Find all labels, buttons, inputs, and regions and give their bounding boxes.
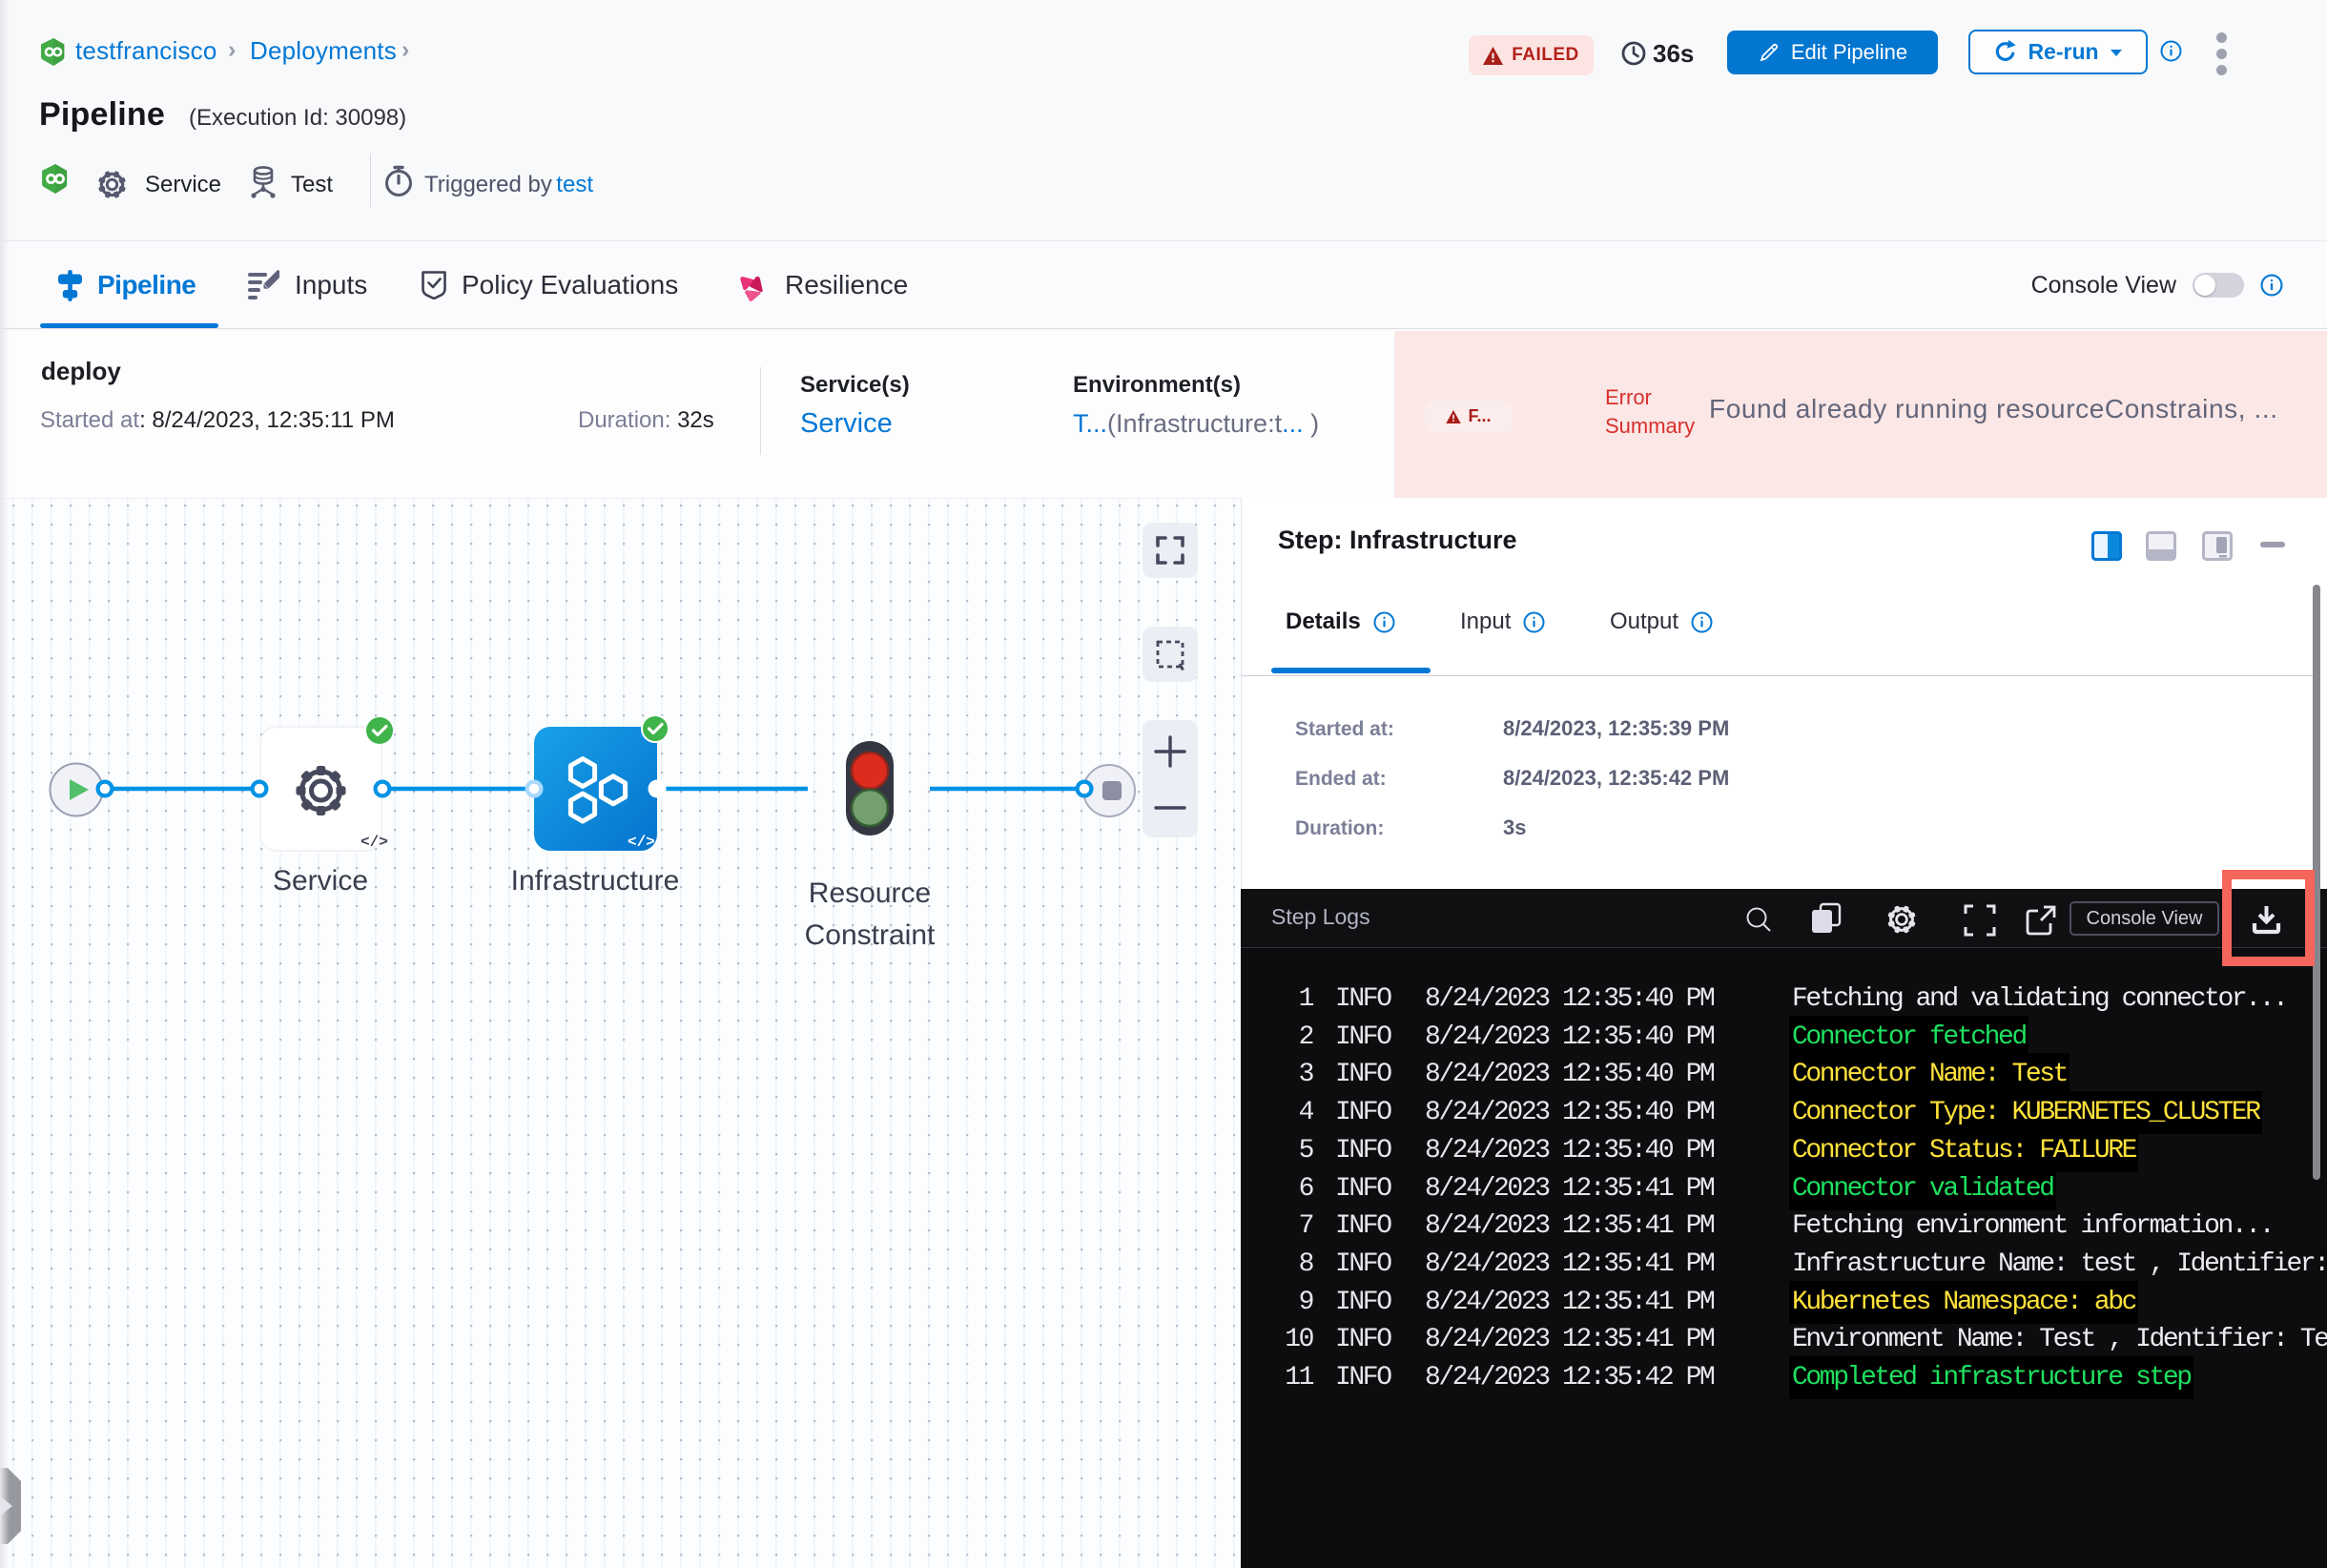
svg-text:</>: </> <box>360 834 388 851</box>
svg-text:</>: </> <box>628 834 655 851</box>
